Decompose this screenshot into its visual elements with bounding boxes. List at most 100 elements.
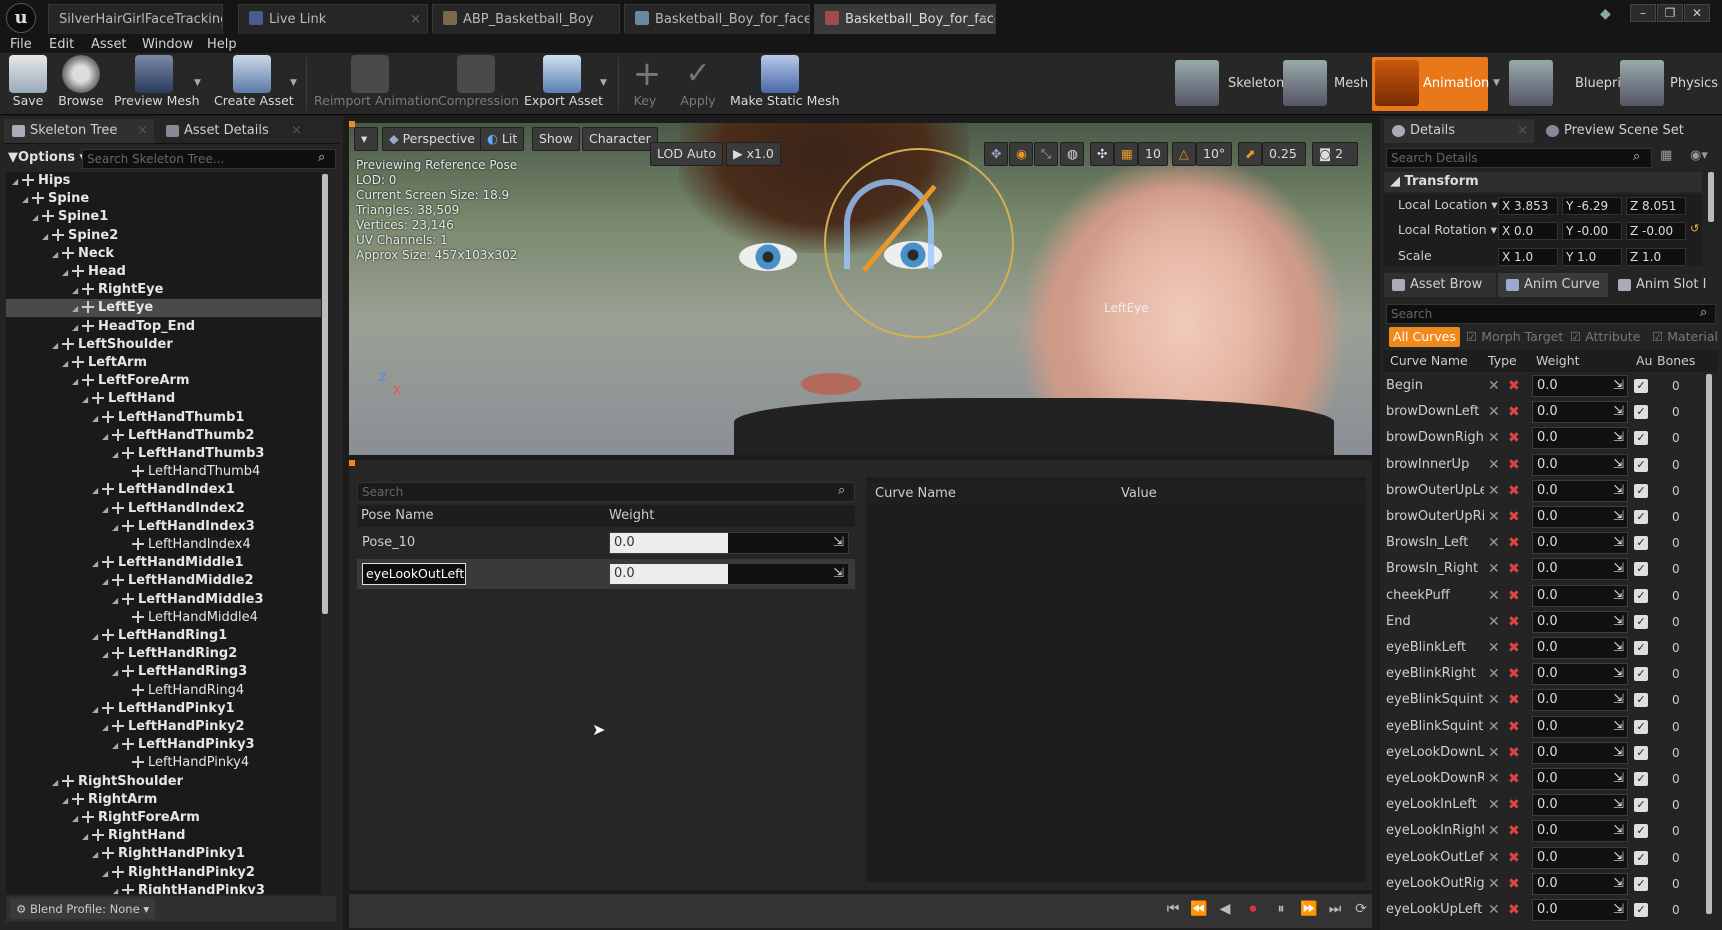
curve-name[interactable]: eyeLookOutRigh bbox=[1386, 872, 1484, 896]
grid-snap-icon[interactable]: ▦ bbox=[1114, 142, 1138, 166]
character-button[interactable]: Character bbox=[582, 127, 658, 151]
curve-name[interactable]: eyeBlinkSquintF bbox=[1386, 715, 1484, 739]
delete-curve-icon[interactable]: ✖ bbox=[1508, 510, 1522, 524]
feedback-icon[interactable]: ◆ bbox=[1600, 6, 1618, 24]
pose-rename-input[interactable]: eyeLookOutLeft bbox=[362, 563, 466, 585]
make-static-mesh-button[interactable]: Make Static Mesh bbox=[730, 55, 840, 113]
tree-row[interactable]: LeftHandThumb4 bbox=[6, 463, 321, 481]
blueprint-mode-icon[interactable] bbox=[1509, 60, 1553, 106]
delete-curve-icon[interactable]: ✖ bbox=[1508, 536, 1522, 550]
expand-arrow-icon[interactable]: ◢ bbox=[112, 446, 122, 464]
menu-asset[interactable]: Asset bbox=[91, 36, 127, 53]
curve-name[interactable]: browDownRigh bbox=[1386, 426, 1484, 450]
auto-checkbox[interactable]: ✓ bbox=[1634, 431, 1648, 446]
tab-basketball-1[interactable]: Basketball_Boy_for_face• bbox=[624, 4, 810, 34]
delete-curve-icon[interactable]: ✖ bbox=[1508, 667, 1522, 681]
delete-curve-icon[interactable]: ✖ bbox=[1508, 615, 1522, 629]
curve-weight-input[interactable]: 0.0 ⇲ bbox=[1532, 872, 1628, 895]
curve-weight-input[interactable]: 0.0 ⇲ bbox=[1532, 794, 1628, 817]
curve-name[interactable]: eyeLookDownRi bbox=[1386, 767, 1484, 791]
tree-row[interactable]: ◢ LeftHandIndex2 bbox=[6, 500, 321, 518]
tab-anim-curve[interactable]: Anim Curve bbox=[1498, 273, 1608, 297]
auto-checkbox[interactable]: ✓ bbox=[1634, 457, 1648, 472]
grid-size-button[interactable]: 10 bbox=[1138, 142, 1168, 166]
minimize-button[interactable]: – bbox=[1630, 4, 1656, 22]
location-z-input[interactable]: Z 8.051 bbox=[1626, 197, 1686, 215]
auto-checkbox[interactable]: ✓ bbox=[1634, 693, 1648, 708]
delete-curve-icon[interactable]: ✖ bbox=[1508, 589, 1522, 603]
tree-row[interactable]: ◢ LeftHandThumb1 bbox=[6, 409, 321, 427]
auto-checkbox[interactable]: ✓ bbox=[1634, 876, 1648, 891]
tree-row[interactable]: ◢ LeftHandRing2 bbox=[6, 645, 321, 663]
export-dropdown-icon[interactable]: ▼ bbox=[600, 78, 607, 88]
expand-arrow-icon[interactable]: ◢ bbox=[92, 555, 102, 573]
curve-name[interactable]: End bbox=[1386, 610, 1484, 634]
delete-curve-icon[interactable]: ✖ bbox=[1508, 405, 1522, 419]
delete-curve-icon[interactable]: ✖ bbox=[1508, 798, 1522, 812]
tab-live-link[interactable]: Live Link × bbox=[238, 4, 428, 34]
pose-weight-input[interactable]: 0.0 ⇲ bbox=[609, 532, 849, 554]
auto-checkbox[interactable]: ✓ bbox=[1634, 798, 1648, 813]
skeleton-search-input[interactable]: Search Skeleton Tree... bbox=[82, 149, 336, 169]
close-icon[interactable]: × bbox=[410, 5, 421, 34]
expand-arrow-icon[interactable]: ◢ bbox=[112, 737, 122, 755]
physics-mode-icon[interactable] bbox=[1620, 60, 1664, 106]
delete-curve-icon[interactable]: ✖ bbox=[1508, 720, 1522, 734]
create-asset-dropdown-icon[interactable]: ▼ bbox=[290, 78, 297, 88]
surface-snap-icon[interactable]: ✣ bbox=[1090, 142, 1114, 166]
reset-icon[interactable]: ↺ bbox=[1690, 222, 1699, 235]
reimport-animation-button[interactable]: Reimport Animation bbox=[314, 55, 439, 113]
curve-name[interactable]: eyeLookInLeft bbox=[1386, 793, 1484, 817]
expand-arrow-icon[interactable]: ◢ bbox=[92, 701, 102, 719]
scale-size-button[interactable]: 0.25 bbox=[1262, 142, 1306, 166]
curve-weight-input[interactable]: 0.0 ⇲ bbox=[1532, 741, 1628, 764]
angle-size-button[interactable]: 10° bbox=[1196, 142, 1232, 166]
tree-row[interactable]: ◢ LeftShoulder bbox=[6, 336, 321, 354]
expand-arrow-icon[interactable]: ◢ bbox=[42, 228, 52, 246]
local-rotation-label[interactable]: Local Rotation ▾ bbox=[1398, 220, 1497, 240]
tree-row[interactable]: ◢ Head bbox=[6, 263, 321, 281]
tree-row[interactable]: ◢ LeftHandPinky2 bbox=[6, 718, 321, 736]
curve-name[interactable]: eyeLookInRight bbox=[1386, 819, 1484, 843]
world-local-icon[interactable]: ◍ bbox=[1060, 142, 1084, 166]
maximize-button[interactable]: ❐ bbox=[1657, 4, 1683, 22]
auto-checkbox[interactable]: ✓ bbox=[1634, 536, 1648, 551]
curve-weight-input[interactable]: 0.0 ⇲ bbox=[1532, 663, 1628, 686]
skeleton-mode-icon[interactable] bbox=[1175, 60, 1219, 106]
tree-row[interactable]: ◢ Hips bbox=[6, 172, 321, 190]
tree-row[interactable]: ◢ RightEye bbox=[6, 281, 321, 299]
step-forward-icon[interactable]: ⏩ bbox=[1300, 900, 1318, 918]
auto-checkbox[interactable]: ✓ bbox=[1634, 772, 1648, 786]
curve-scrollbar[interactable] bbox=[1706, 374, 1712, 914]
expand-arrow-icon[interactable]: ◢ bbox=[62, 792, 72, 810]
delete-curve-icon[interactable]: ✖ bbox=[1508, 693, 1522, 707]
expand-arrow-icon[interactable]: ◢ bbox=[112, 883, 122, 894]
tree-row[interactable]: ◢ RightForeArm bbox=[6, 809, 321, 827]
expand-arrow-icon[interactable]: ◢ bbox=[112, 519, 122, 537]
location-y-input[interactable]: Y -6.29 bbox=[1562, 197, 1622, 215]
blend-profile-dropdown[interactable]: ⚙ Blend Profile: None ▾ bbox=[10, 899, 156, 919]
auto-checkbox[interactable]: ✓ bbox=[1634, 850, 1648, 865]
delete-curve-icon[interactable]: ✖ bbox=[1508, 431, 1522, 445]
auto-checkbox[interactable]: ✓ bbox=[1634, 562, 1648, 577]
auto-checkbox[interactable]: ✓ bbox=[1634, 641, 1648, 655]
apply-button[interactable]: ✓ Apply bbox=[678, 55, 718, 113]
curve-name[interactable]: eyeLookDownL bbox=[1386, 741, 1484, 765]
expand-arrow-icon[interactable]: ◢ bbox=[32, 209, 42, 227]
curve-name[interactable]: BrowsIn_Right bbox=[1386, 557, 1484, 581]
delete-curve-icon[interactable]: ✖ bbox=[1508, 877, 1522, 891]
tree-row[interactable]: ◢ LeftForeArm bbox=[6, 372, 321, 390]
curve-weight-input[interactable]: 0.0 ⇲ bbox=[1532, 846, 1628, 869]
tree-row[interactable]: ◢ HeadTop_End bbox=[6, 318, 321, 336]
auto-checkbox[interactable]: ✓ bbox=[1634, 588, 1648, 603]
expand-arrow-icon[interactable]: ◢ bbox=[92, 628, 102, 646]
expand-arrow-icon[interactable]: ◢ bbox=[62, 355, 72, 373]
expand-arrow-icon[interactable]: ◢ bbox=[102, 428, 112, 446]
expand-arrow-icon[interactable]: ◢ bbox=[102, 501, 112, 519]
auto-checkbox[interactable]: ✓ bbox=[1634, 405, 1648, 420]
tree-row[interactable]: ◢ RightHandPinky1 bbox=[6, 845, 321, 863]
angle-snap-icon[interactable]: △ bbox=[1172, 142, 1196, 166]
expand-arrow-icon[interactable]: ◢ bbox=[22, 191, 32, 209]
curve-weight-input[interactable]: 0.0 ⇲ bbox=[1532, 375, 1628, 397]
curve-name[interactable]: Begin bbox=[1386, 374, 1484, 398]
